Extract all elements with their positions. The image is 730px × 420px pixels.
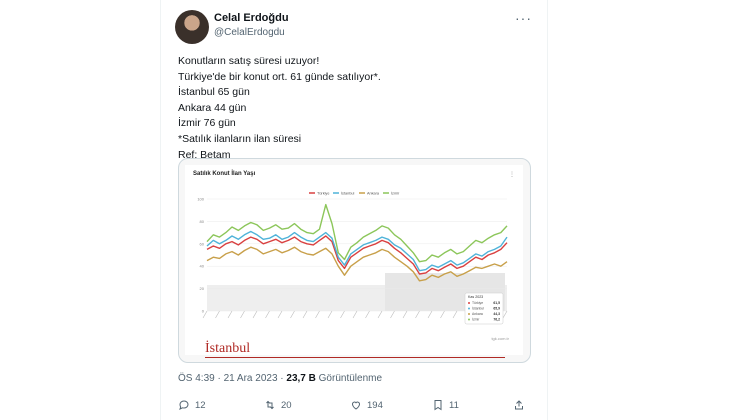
legend-label: Ankara	[367, 192, 380, 196]
x-tick-mark	[240, 310, 245, 319]
tooltip-dot	[468, 318, 470, 321]
share-button[interactable]	[513, 399, 525, 411]
tweet-line: İzmir 76 gün	[178, 117, 236, 130]
x-tick-mark	[452, 310, 458, 319]
y-tick-label: 40	[200, 264, 205, 269]
retweet-icon	[266, 400, 274, 410]
like-count: 194	[367, 399, 383, 411]
tooltip-series-name: İzmir	[472, 317, 480, 322]
reply-count: 12	[195, 399, 206, 411]
y-tick-label: 60	[200, 241, 205, 246]
bookmark-button[interactable]: 11	[432, 399, 459, 411]
tooltip-series-value: 44,3	[493, 312, 500, 316]
x-tick-mark	[265, 310, 270, 319]
chart-credit: tgk.com.tr	[491, 336, 509, 341]
x-tick-mark	[290, 310, 295, 319]
legend-label: İzmir	[391, 191, 400, 196]
reply-button[interactable]: 12	[178, 399, 206, 411]
tooltip-dot	[468, 302, 470, 304]
x-tick-mark	[365, 310, 370, 319]
tweet-meta: ÖS 4:39 · 21 Ara 2023 · 23,7 B Görüntüle…	[178, 373, 382, 384]
tweet-text: Konutların satış süresi uzuyor! Türkiye'…	[178, 54, 381, 163]
like-button[interactable]: 194	[350, 399, 383, 411]
reply-icon	[179, 400, 189, 410]
tooltip-series-value: 65,9	[493, 307, 500, 311]
y-tick-label: 0	[202, 309, 205, 314]
x-tick-mark	[402, 310, 408, 319]
right-column-divider	[547, 0, 548, 420]
avatar[interactable]	[175, 10, 209, 44]
istanbul-logo: İstanbul	[205, 341, 251, 356]
series-line-turkiye	[206, 235, 508, 275]
x-tick-mark	[427, 310, 433, 319]
x-tick-mark	[352, 310, 358, 319]
y-tick-label: 80	[200, 219, 205, 224]
x-tick-mark	[440, 310, 445, 319]
logo-underline	[205, 357, 505, 358]
tooltip-dot	[468, 307, 470, 310]
tweet-actions: 12 20 194 11	[178, 395, 528, 415]
tweet-line: İstanbul 65 gün	[178, 86, 250, 99]
embedded-line-chart: 100806040200Türkiye İstanbul Ankara İzmirKa…	[197, 191, 508, 325]
tweet-timestamp[interactable]: ÖS 4:39 · 21 Ara 2023 ·	[178, 373, 286, 384]
tweet-line: *Satılık ilanların ilan süresi	[178, 132, 302, 145]
tooltip-series-name: İstanbul	[472, 306, 484, 311]
y-tick-label: 20	[200, 286, 205, 291]
x-tick-mark	[377, 310, 383, 319]
x-tick-mark	[315, 310, 320, 319]
legend-label: İstanbul	[341, 191, 354, 196]
view-count: 23,7 B	[286, 373, 316, 384]
tooltip-series-name: Türkiye	[472, 301, 483, 305]
x-tick-mark	[302, 310, 308, 319]
x-tick-mark	[215, 310, 220, 319]
x-tick-mark	[502, 310, 508, 319]
tweet-line: Konutların satış süresi uzuyor!	[178, 55, 320, 67]
embedded-chart-card: Satılık Konut İlan Yaşı ⋮ 100 80 60 40 20 0 Tü…	[185, 165, 523, 358]
user-name[interactable]: Celal Erdoğdu	[214, 12, 289, 24]
left-column-divider	[160, 0, 161, 420]
y-tick-label: 100	[197, 197, 204, 202]
tweet-line: Ankara 44 gün	[178, 101, 247, 114]
user-handle[interactable]: @CelalErdogdu	[214, 27, 285, 38]
x-tick-mark	[340, 310, 345, 319]
tooltip-series-value: 61,5	[493, 301, 500, 305]
share-icon	[515, 400, 523, 410]
x-tick-mark	[415, 310, 420, 319]
x-tick-mark	[277, 310, 283, 319]
x-tick-mark	[227, 310, 233, 319]
tooltip-series-value: 76,2	[493, 318, 500, 322]
heart-icon	[351, 401, 361, 410]
legend-label: Türkiye	[317, 192, 329, 196]
bookmark-count: 11	[449, 399, 459, 411]
more-options-icon[interactable]: ···	[515, 10, 532, 26]
tooltip-title: Kas 2023	[468, 295, 483, 299]
view-label: Görüntülenme	[315, 373, 383, 384]
tweet-media-image[interactable]: Satılık Konut İlan Yaşı ⋮ 100 80 60 40 20 0 Tü…	[178, 158, 531, 363]
x-tick-mark	[252, 310, 258, 319]
x-tick-mark	[327, 310, 333, 319]
x-tick-mark	[390, 310, 395, 319]
bookmark-icon	[434, 400, 442, 411]
retweet-button[interactable]: 20	[264, 399, 292, 411]
tooltip-series-name: Ankara	[472, 312, 483, 316]
tweet-line: Türkiye'de bir konut ort. 61 günde satıl…	[178, 70, 381, 83]
retweet-count: 20	[281, 399, 292, 411]
tooltip-dot	[468, 313, 470, 315]
